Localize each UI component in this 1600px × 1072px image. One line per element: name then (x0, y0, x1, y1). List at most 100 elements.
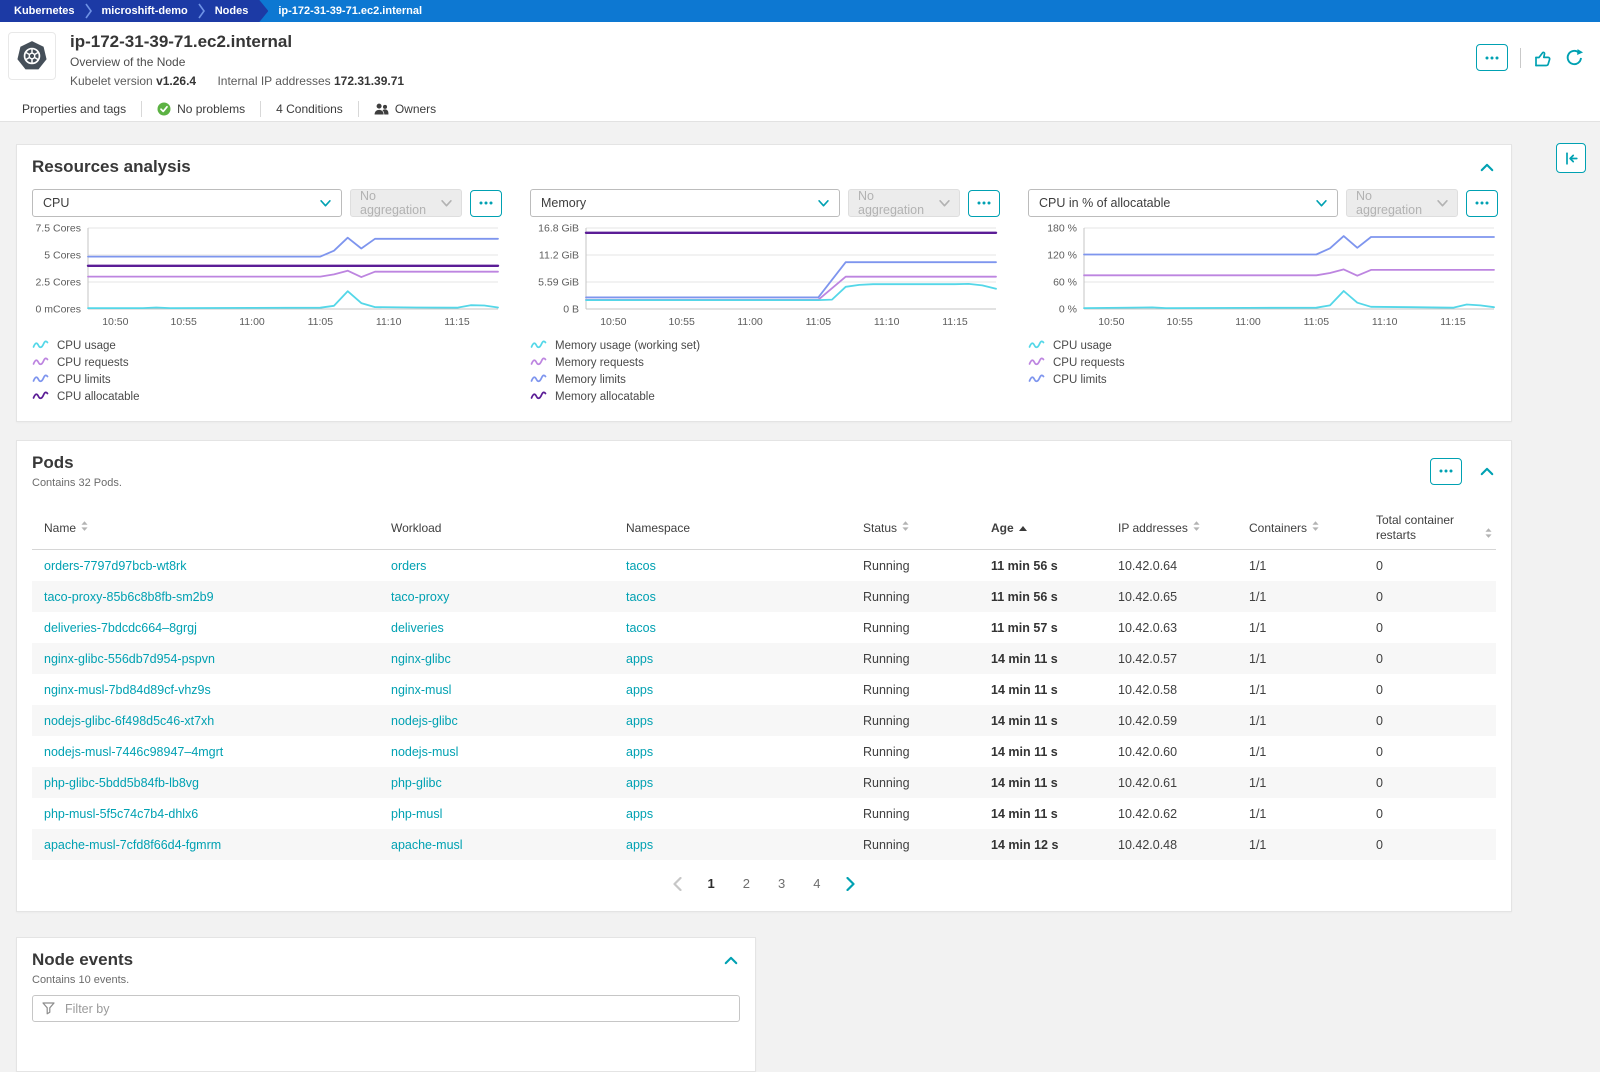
cell-workload[interactable]: php-musl (379, 807, 614, 821)
column-header-ip-addresses[interactable]: IP addresses (1106, 521, 1237, 536)
metric-selector-dropdown[interactable]: CPU in % of allocatable (1028, 189, 1338, 218)
node-events-filter-input[interactable] (63, 1000, 730, 1017)
cell-restarts: 0 (1376, 589, 1383, 604)
cell-workload[interactable]: deliveries (379, 621, 614, 635)
resources-analysis-card: Resources analysis CPU No aggregation 7.5 … (16, 144, 1512, 423)
column-header-total-container-restarts[interactable]: Total container restarts (1364, 513, 1496, 543)
svg-text:180 %: 180 % (1047, 223, 1077, 235)
header-more-actions-button[interactable] (1476, 44, 1508, 71)
chart-more-actions-button[interactable] (470, 189, 502, 217)
node-events-subtitle: Contains 10 events. (32, 974, 130, 987)
pagination-page-4[interactable]: 4 (809, 874, 824, 893)
chevron-down-icon (818, 200, 829, 207)
cell-name[interactable]: nodejs-glibc-6f498d5c46-xt7xh (32, 714, 379, 728)
cell-ip: 10.42.0.58 (1118, 682, 1178, 697)
pagination-page-1[interactable]: 1 (704, 874, 719, 893)
svg-text:11:00: 11:00 (737, 316, 763, 328)
cell-namespace[interactable]: apps (614, 745, 851, 759)
cell-namespace[interactable]: apps (614, 838, 851, 852)
cell-name[interactable]: php-musl-5f5c74c7b4-dhlx6 (32, 807, 379, 821)
column-header-name[interactable]: Name (32, 521, 379, 536)
cell-restarts: 0 (1376, 620, 1383, 635)
cell-status: Running (863, 837, 910, 852)
table-row: deliveries-7bdcdc664–8grgj deliveries taco… (32, 612, 1496, 643)
breadcrumb-item-nodes[interactable]: Nodes (211, 5, 253, 17)
cell-workload[interactable]: nginx-glibc (379, 652, 614, 666)
pagination-page-2[interactable]: 2 (739, 874, 754, 893)
cell-name[interactable]: php-glibc-5bdd5b84fb-lb8vg (32, 776, 379, 790)
breadcrumb-item-kubernetes[interactable]: Kubernetes (10, 5, 79, 17)
breadcrumb-current: ip-172-31-39-71.ec2.internal (278, 5, 423, 17)
svg-text:0 %: 0 % (1059, 304, 1077, 316)
tab-no-problems[interactable]: No problems (141, 101, 260, 118)
cell-workload[interactable]: apache-musl (379, 838, 614, 852)
collapse-side-panel-button[interactable] (1556, 143, 1586, 173)
pagination-next-button[interactable] (844, 876, 857, 891)
cell-name[interactable]: nginx-musl-7bd84d89cf-vhz9s (32, 683, 379, 697)
tab-4-conditions[interactable]: 4 Conditions (260, 101, 358, 118)
column-header-age[interactable]: Age (979, 521, 1106, 536)
aggregation-dropdown-disabled: No aggregation (848, 189, 960, 218)
chart-group-2: Memory No aggregation 16.8 GiB 11.2 GiB 5.59… (530, 189, 1000, 407)
node-events-collapse-button[interactable] (722, 954, 740, 967)
cell-age: 14 min 11 s (991, 651, 1058, 666)
tab-owners[interactable]: Owners (357, 101, 451, 118)
table-row: nginx-musl-7bd84d89cf-vhz9s nginx-musl app… (32, 674, 1496, 705)
chart-controls: CPU No aggregation (32, 189, 502, 218)
cell-name[interactable]: orders-7797d97bcb-wt8rk (32, 559, 379, 573)
column-header-status[interactable]: Status (851, 521, 979, 536)
pods-more-actions-button[interactable] (1430, 457, 1462, 485)
tab-properties-and-tags[interactable]: Properties and tags (16, 101, 141, 117)
cell-name[interactable]: nodejs-musl-7446c98947–4mgrt (32, 745, 379, 759)
resources-collapse-button[interactable] (1478, 161, 1496, 174)
cell-namespace[interactable]: apps (614, 652, 851, 666)
chevron-down-icon (441, 196, 452, 210)
legend-line-swatch-icon (32, 357, 49, 366)
cell-workload[interactable]: orders (379, 559, 614, 573)
cell-workload[interactable]: nodejs-musl (379, 745, 614, 759)
chart-more-actions-button[interactable] (1466, 189, 1498, 217)
sort-icon (902, 521, 909, 531)
cell-name[interactable]: nginx-glibc-556db7d954-pspvn (32, 652, 379, 666)
cell-restarts: 0 (1376, 806, 1383, 821)
cell-workload[interactable]: nginx-musl (379, 683, 614, 697)
cell-namespace[interactable]: apps (614, 714, 851, 728)
cell-ip: 10.42.0.57 (1118, 651, 1178, 666)
column-header-containers[interactable]: Containers (1237, 521, 1364, 536)
legend-swatch (32, 339, 49, 353)
cell-namespace[interactable]: apps (614, 776, 851, 790)
cell-status: Running (863, 558, 910, 573)
cell-namespace[interactable]: tacos (614, 621, 851, 635)
svg-text:11:10: 11:10 (874, 316, 900, 328)
cell-name[interactable]: taco-proxy-85b6c8b8fb-sm2b9 (32, 590, 379, 604)
tab-label: Properties and tags (22, 102, 127, 117)
cell-workload[interactable]: taco-proxy (379, 590, 614, 604)
pagination-page-3[interactable]: 3 (774, 874, 789, 893)
metric-selector-dropdown[interactable]: Memory (530, 189, 840, 218)
legend-line-swatch-icon (1028, 357, 1045, 366)
feedback-thumbs-up-button[interactable] (1533, 48, 1553, 68)
svg-text:2.5 Cores: 2.5 Cores (35, 277, 81, 289)
refresh-button[interactable] (1565, 48, 1584, 67)
cell-namespace[interactable]: apps (614, 683, 851, 697)
chart-legend: CPU usage CPU requests CPU limits CPU alloc… (32, 339, 502, 404)
metric-selector-dropdown[interactable]: CPU (32, 189, 342, 218)
chevron-down-icon (1316, 200, 1327, 207)
pods-collapse-button[interactable] (1478, 465, 1496, 478)
breadcrumb-item-microshift-demo[interactable]: microshift-demo (98, 5, 192, 17)
kubernetes-icon (17, 41, 47, 70)
node-events-filter[interactable] (32, 995, 740, 1023)
cell-restarts: 0 (1376, 651, 1383, 666)
cell-name[interactable]: deliveries-7bdcdc664–8grgj (32, 621, 379, 635)
cell-workload[interactable]: php-glibc (379, 776, 614, 790)
cell-namespace[interactable]: apps (614, 807, 851, 821)
legend-line-swatch-icon (530, 374, 547, 383)
cell-namespace[interactable]: tacos (614, 559, 851, 573)
sort-icon-wrap (1485, 528, 1492, 543)
tab-label: Owners (394, 102, 437, 117)
legend-line-swatch-icon (1028, 374, 1045, 383)
cell-name[interactable]: apache-musl-7cfd8f66d4-fgmrm (32, 838, 379, 852)
chart-more-actions-button[interactable] (968, 189, 1000, 217)
cell-namespace[interactable]: tacos (614, 590, 851, 604)
cell-workload[interactable]: nodejs-glibc (379, 714, 614, 728)
